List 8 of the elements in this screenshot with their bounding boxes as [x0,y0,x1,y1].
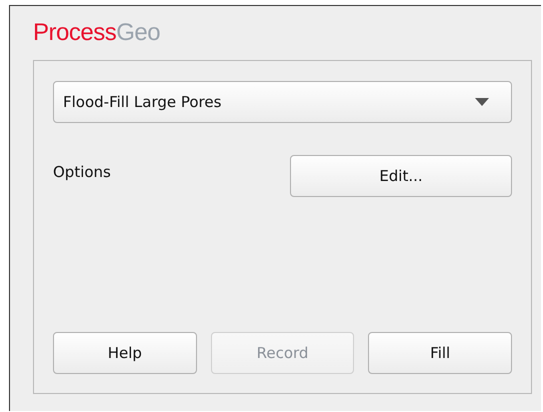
brand-suffix: Geo [116,18,160,48]
brand-name: Process [33,18,116,48]
action-button[interactable]: Help [53,332,197,374]
method-dropdown[interactable]: Flood-Fill Large Pores [53,81,512,123]
edit-button[interactable]: Edit... [290,155,512,197]
action-button[interactable]: Fill [368,332,512,374]
options-label: Options [53,162,111,183]
dropdown-arrow-icon [475,98,489,106]
